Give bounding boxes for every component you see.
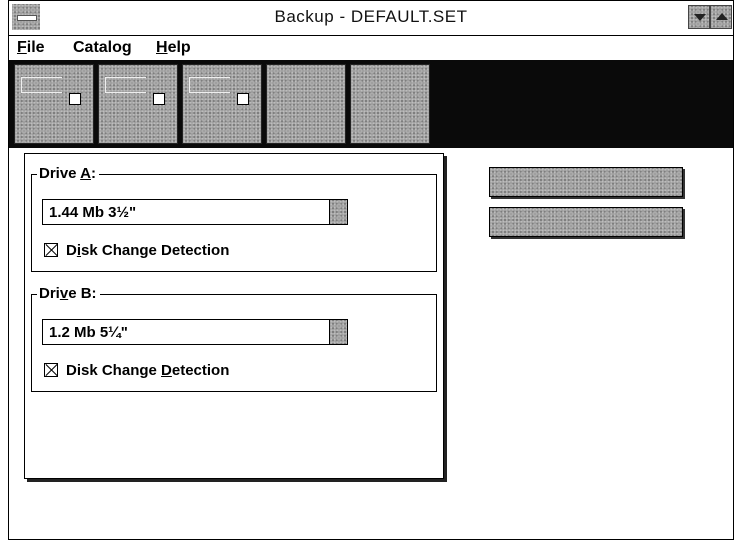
- dropdown-arrow-icon[interactable]: [329, 320, 347, 344]
- drive-a-checkbox-label: Disk Change Detection: [66, 242, 230, 259]
- drive-b-group: Drive B: 1.2 Mb 5¼" Disk Change Detectio…: [31, 285, 437, 392]
- toolbar-drive-button-1[interactable]: [14, 64, 94, 144]
- drive-a-label: Drive A:: [31, 165, 99, 183]
- drive-settings-panel: Drive A: 1.44 Mb 3½" Disk Change Detecti…: [24, 153, 444, 479]
- drive-a-group: Drive A: 1.44 Mb 3½" Disk Change Detecti…: [31, 165, 437, 272]
- checkbox-checked-icon[interactable]: [44, 363, 58, 377]
- menu-bar: File Catalog Help: [9, 36, 733, 60]
- drive-a-select[interactable]: 1.44 Mb 3½": [42, 199, 348, 225]
- floppy-drive-icon: [21, 77, 85, 107]
- minimize-button[interactable]: [688, 5, 710, 29]
- floppy-drive-icon: [189, 77, 253, 107]
- menu-catalog[interactable]: Catalog: [73, 39, 132, 57]
- toolbar-drive-button-3[interactable]: [182, 64, 262, 144]
- drive-a-selected-value: 1.44 Mb 3½": [49, 204, 137, 221]
- menu-help[interactable]: Help: [156, 39, 191, 57]
- menu-file[interactable]: File: [17, 39, 45, 57]
- toolbar-drive-button-2[interactable]: [98, 64, 178, 144]
- floppy-drive-icon: [105, 77, 169, 107]
- drive-b-label: Drive B:: [31, 285, 100, 303]
- dropdown-arrow-icon[interactable]: [329, 200, 347, 224]
- maximize-button[interactable]: [710, 5, 732, 29]
- action-button-2[interactable]: [489, 207, 683, 237]
- title-bar[interactable]: Backup - DEFAULT.SET: [9, 1, 733, 36]
- maximize-arrow-icon: [716, 13, 728, 20]
- toolbar: [9, 60, 733, 148]
- backup-window: Backup - DEFAULT.SET File Catalog Help D…: [8, 0, 734, 540]
- window-title: Backup - DEFAULT.SET: [274, 7, 468, 26]
- drive-b-checkbox-label: Disk Change Detection: [66, 362, 230, 379]
- drive-b-selected-value: 1.2 Mb 5¼": [49, 324, 128, 341]
- toolbar-button-5[interactable]: [350, 64, 430, 144]
- drive-b-select[interactable]: 1.2 Mb 5¼": [42, 319, 348, 345]
- minimize-arrow-icon: [694, 14, 706, 21]
- toolbar-button-4[interactable]: [266, 64, 346, 144]
- checkbox-checked-icon[interactable]: [44, 243, 58, 257]
- action-button-1[interactable]: [489, 167, 683, 197]
